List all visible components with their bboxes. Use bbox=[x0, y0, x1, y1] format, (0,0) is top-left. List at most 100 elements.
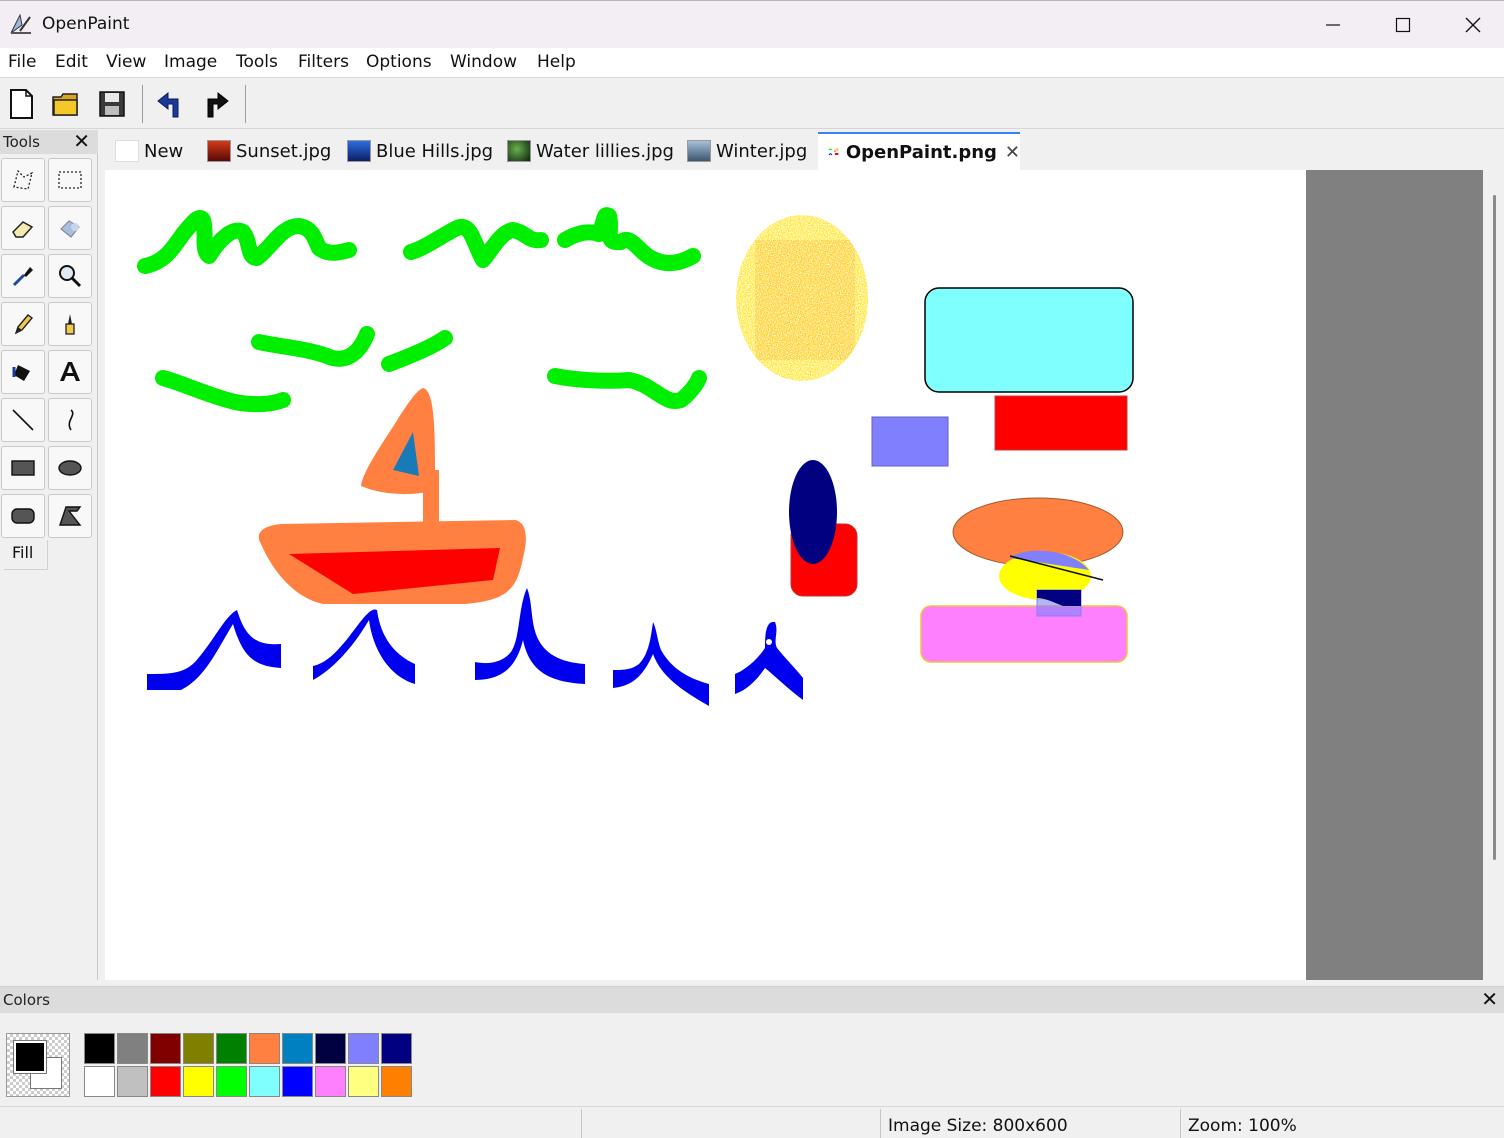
tab-blue-hills[interactable]: Blue Hills.jpg bbox=[347, 132, 497, 170]
vertical-scrollbar[interactable] bbox=[1483, 170, 1504, 980]
color-swatch[interactable] bbox=[183, 1033, 214, 1064]
tab-water-lillies[interactable]: Water lillies.jpg bbox=[507, 132, 677, 170]
pencil-tool[interactable] bbox=[1, 302, 45, 346]
polygon-tool[interactable] bbox=[48, 494, 92, 538]
toolbar-separator bbox=[142, 85, 143, 123]
color-swatch[interactable] bbox=[117, 1066, 148, 1097]
drawing-canvas[interactable] bbox=[105, 170, 1306, 980]
color-swatch[interactable] bbox=[249, 1066, 280, 1097]
tab-sunset[interactable]: Sunset.jpg bbox=[207, 132, 337, 170]
window-title: OpenPaint bbox=[42, 14, 130, 34]
colors-panel: Colors ✕ bbox=[0, 986, 1504, 1104]
menu-view[interactable]: View bbox=[106, 52, 146, 72]
undo-icon bbox=[157, 91, 179, 118]
menu-window[interactable]: Window bbox=[450, 52, 517, 72]
colors-panel-title: Colors bbox=[3, 991, 50, 1009]
menu-options[interactable]: Options bbox=[366, 52, 432, 72]
zoom-tool[interactable] bbox=[48, 254, 92, 298]
maximize-button[interactable] bbox=[1368, 1, 1438, 49]
color-swatch[interactable] bbox=[84, 1066, 115, 1097]
color-swatch[interactable] bbox=[282, 1066, 313, 1097]
ellipse-tool[interactable] bbox=[48, 446, 92, 490]
canvas-viewport bbox=[105, 170, 1483, 980]
main-toolbar bbox=[0, 79, 1504, 129]
color-swatch[interactable] bbox=[216, 1033, 247, 1064]
toolbar-separator bbox=[245, 85, 246, 123]
recolor-tool[interactable] bbox=[48, 206, 92, 250]
curve-tool[interactable] bbox=[48, 398, 92, 442]
menu-filters[interactable]: Filters bbox=[298, 52, 349, 72]
eraser-tool[interactable] bbox=[1, 206, 45, 250]
curve-icon bbox=[68, 409, 74, 431]
tab-winter[interactable]: Winter.jpg bbox=[687, 132, 813, 170]
brush-tool[interactable] bbox=[48, 302, 92, 346]
menu-edit[interactable]: Edit bbox=[55, 52, 88, 72]
tab-thumbnail bbox=[347, 140, 371, 162]
minimize-button[interactable] bbox=[1298, 1, 1368, 49]
close-icon[interactable]: ✕ bbox=[1481, 987, 1498, 1011]
color-swatch[interactable] bbox=[381, 1066, 412, 1097]
color-swatch[interactable] bbox=[381, 1033, 412, 1064]
text-tool[interactable] bbox=[48, 350, 92, 394]
pencil-icon bbox=[14, 314, 34, 335]
color-swatch[interactable] bbox=[282, 1033, 313, 1064]
color-swatch[interactable] bbox=[249, 1033, 280, 1064]
new-file-button[interactable] bbox=[2, 85, 40, 123]
menu-tools[interactable]: Tools bbox=[236, 52, 278, 72]
minimize-icon bbox=[1326, 24, 1340, 26]
eyedropper-icon bbox=[12, 267, 33, 287]
eraser-icon bbox=[12, 221, 34, 238]
line-tool[interactable] bbox=[1, 398, 45, 442]
fill-option[interactable]: Fill bbox=[4, 540, 48, 570]
color-swatch[interactable] bbox=[315, 1066, 346, 1097]
status-separator bbox=[581, 1109, 582, 1138]
tools-panel: Tools ✕ Fill bbox=[0, 129, 98, 980]
status-bar: Image Size: 800x600 Zoom: 100% bbox=[0, 1106, 1504, 1138]
close-window-button[interactable] bbox=[1438, 1, 1504, 49]
color-swatch[interactable] bbox=[348, 1033, 379, 1064]
free-select-tool[interactable] bbox=[1, 158, 45, 202]
color-swatch[interactable] bbox=[117, 1033, 148, 1064]
current-colors[interactable] bbox=[6, 1033, 70, 1097]
color-swatch[interactable] bbox=[150, 1066, 181, 1097]
blue-waves bbox=[147, 588, 803, 706]
scrollbar-thumb[interactable] bbox=[1493, 195, 1496, 860]
color-swatch[interactable] bbox=[216, 1066, 247, 1097]
undo-button[interactable] bbox=[150, 85, 188, 123]
tab-thumbnail bbox=[207, 140, 231, 162]
close-icon[interactable]: ✕ bbox=[73, 129, 90, 153]
maximize-icon bbox=[1395, 17, 1411, 33]
color-swatch[interactable] bbox=[84, 1033, 115, 1064]
color-swatch[interactable] bbox=[315, 1033, 346, 1064]
primary-color-swatch[interactable] bbox=[13, 1040, 47, 1074]
sailboat bbox=[258, 388, 526, 604]
eyedropper-tool[interactable] bbox=[1, 254, 45, 298]
tab-label: Winter.jpg bbox=[716, 140, 808, 162]
status-separator bbox=[880, 1109, 881, 1138]
save-button[interactable] bbox=[93, 85, 131, 123]
menu-image[interactable]: Image bbox=[164, 52, 217, 72]
tab-openpaint[interactable]: OpenPaint.png ✕ bbox=[818, 132, 1020, 170]
menu-file[interactable]: File bbox=[8, 52, 36, 72]
open-file-button[interactable] bbox=[47, 85, 85, 123]
rectangle-tool[interactable] bbox=[1, 446, 45, 490]
tab-thumbnail bbox=[115, 140, 139, 162]
rect-select-tool[interactable] bbox=[48, 158, 92, 202]
color-swatch[interactable] bbox=[183, 1066, 214, 1097]
tab-new[interactable]: New bbox=[115, 132, 197, 170]
redo-button[interactable] bbox=[198, 85, 236, 123]
open-folder-icon bbox=[52, 93, 78, 116]
tab-label: Blue Hills.jpg bbox=[376, 140, 494, 162]
redo-icon bbox=[207, 91, 229, 118]
paint-bucket-tool[interactable] bbox=[1, 350, 45, 394]
rounded-rectangle-tool[interactable] bbox=[1, 494, 45, 538]
new-file-icon bbox=[10, 89, 33, 119]
line-icon bbox=[12, 409, 34, 431]
color-swatch[interactable] bbox=[348, 1066, 379, 1097]
menu-help[interactable]: Help bbox=[537, 52, 576, 72]
tools-panel-header: Tools ✕ bbox=[0, 129, 98, 154]
close-tab-icon[interactable]: ✕ bbox=[1005, 142, 1020, 163]
ellipse-icon bbox=[58, 460, 82, 476]
paint-bucket-icon bbox=[12, 365, 30, 381]
color-swatch[interactable] bbox=[150, 1033, 181, 1064]
